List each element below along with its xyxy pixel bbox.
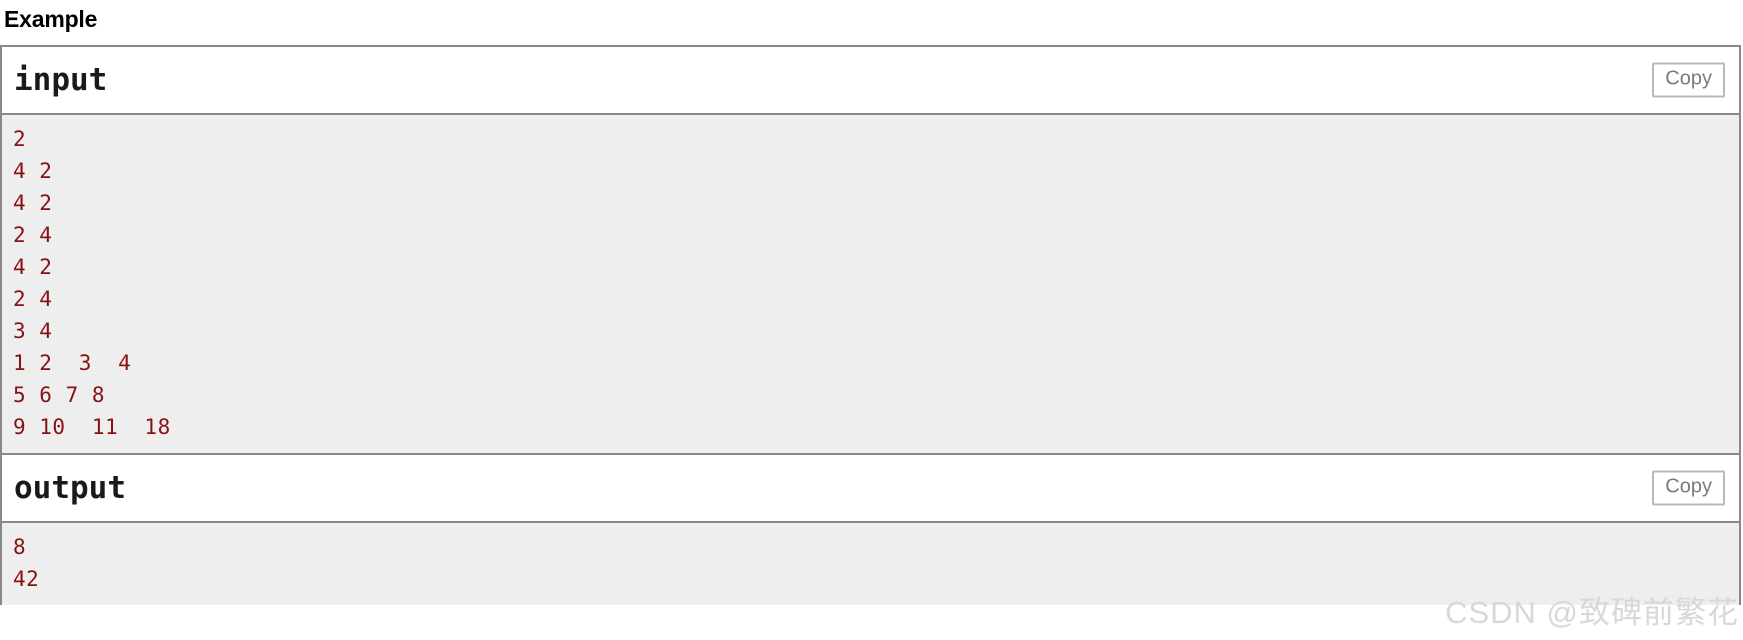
data-line: 4 2 [13,255,53,279]
data-line: 4 2 [13,159,53,183]
input-header: input Copy [2,47,1739,115]
data-line: 2 4 [13,223,53,247]
sample-block-output: output Copy 8 42 [2,455,1739,605]
input-title: input [14,61,108,98]
page-title: Example [4,6,98,32]
output-header: output Copy [2,455,1739,523]
data-line: 4 2 [13,191,53,215]
csdn-watermark: CSDN @致碑前繁花 [1445,595,1739,630]
data-line: 5 6 7 8 [13,383,106,407]
copy-input-button[interactable]: Copy [1652,62,1725,98]
copy-output-button[interactable]: Copy [1652,470,1725,506]
sample-block-input: input Copy 2 4 2 4 2 2 4 4 2 2 4 3 4 1 2… [2,47,1739,455]
data-line: 2 [13,127,27,151]
input-data: 2 4 2 4 2 2 4 4 2 2 4 3 4 1 2 3 4 5 6 7 … [2,115,1739,455]
data-line: 8 [13,535,27,559]
sample-tests-container: input Copy 2 4 2 4 2 2 4 4 2 2 4 3 4 1 2… [0,45,1741,605]
data-line: 3 4 [13,319,53,343]
data-line: 1 2 3 4 [13,351,132,375]
data-line: 2 4 [13,287,53,311]
example-section-page: Example input Copy 2 4 2 4 2 2 4 4 2 2 4… [0,0,1743,640]
data-line: 9 10 11 18 [13,415,171,439]
output-title: output [14,469,126,506]
